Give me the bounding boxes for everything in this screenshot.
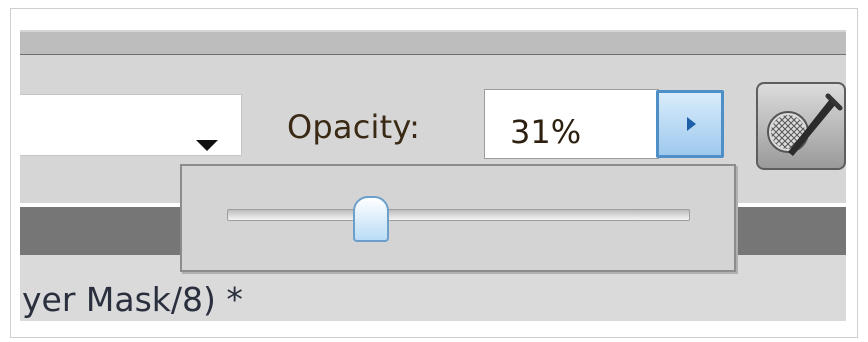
opacity-slider-thumb[interactable] (352, 196, 389, 242)
airbrush-icon (767, 93, 843, 156)
document-tab-title[interactable]: yer Mask/8) * (22, 280, 243, 320)
toolbar-top-strip (20, 30, 846, 57)
triangle-down-icon[interactable] (196, 140, 218, 151)
triangle-right-icon (687, 117, 696, 131)
opacity-label: Opacity: (287, 108, 421, 146)
opacity-slider-toggle-button[interactable] (656, 90, 724, 158)
opacity-slider-track[interactable] (227, 209, 690, 221)
airbrush-button[interactable] (756, 82, 846, 170)
opacity-value[interactable]: 31% (510, 112, 581, 152)
opacity-slider-popup (180, 164, 736, 272)
